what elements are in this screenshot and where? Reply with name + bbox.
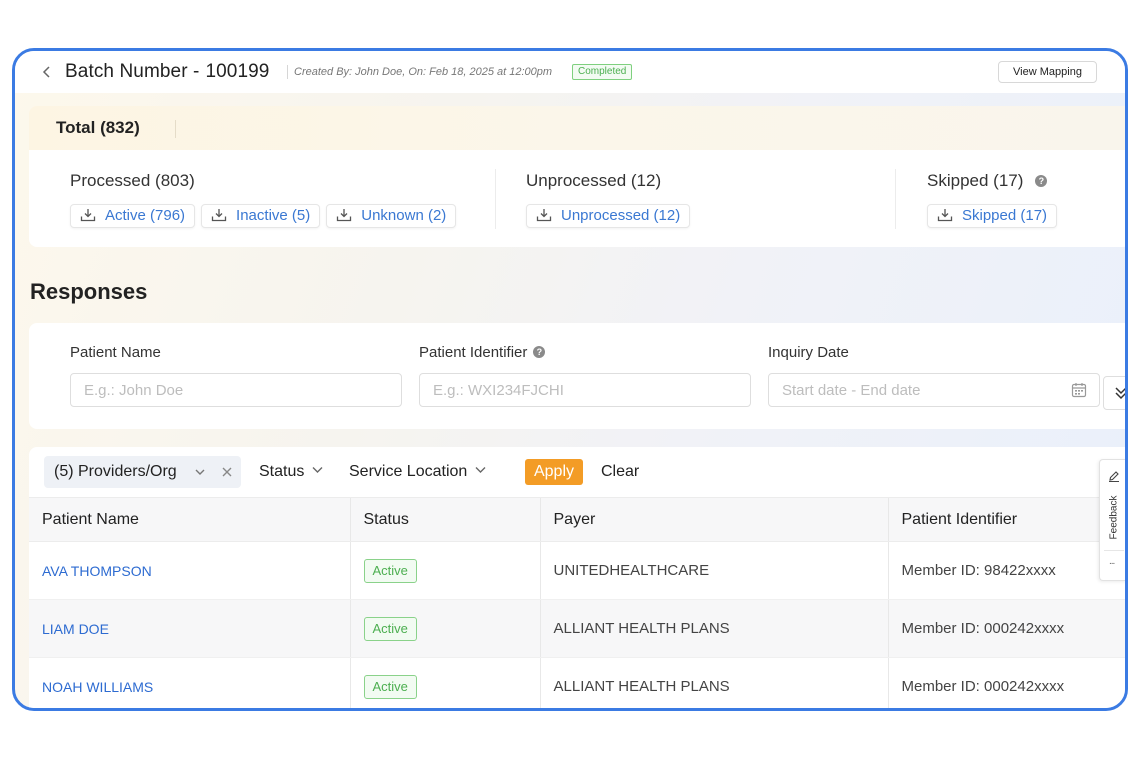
table-toolbar: (5) Providers/Org Status Service Locatio… [29, 447, 1125, 497]
chip-label: Inactive (5) [236, 207, 311, 224]
batch-title-label: Batch Number - [65, 61, 200, 82]
skipped-title-text: Skipped (17) [927, 171, 1024, 190]
table-row[interactable]: AVA THOMPSON Active UNITEDHEALTHCARE Mem… [29, 541, 1125, 600]
identifier-cell: Member ID: 000242xxxx [887, 657, 1125, 708]
chip-label: Active (796) [105, 207, 186, 224]
download-icon [80, 209, 96, 222]
table-row[interactable]: LIAM DOE Active ALLIANT HEALTH PLANS Mem… [29, 599, 1125, 658]
clear-button[interactable]: Clear [601, 463, 639, 481]
download-skipped-chip[interactable]: Skipped (17) [927, 204, 1058, 228]
table-header-row: Patient Name Status Payer Patient Identi… [29, 497, 1125, 542]
download-unknown-chip[interactable]: Unknown (2) [326, 204, 457, 228]
processed-group: Processed (803) Active (796) Inactive (5… [70, 171, 462, 228]
status-cell: Active [349, 657, 540, 708]
total-divider [175, 120, 176, 138]
patient-identifier-input[interactable] [419, 373, 751, 407]
more-options-icon[interactable]: ... [1109, 556, 1115, 567]
download-icon [337, 209, 352, 222]
service-location-dropdown[interactable]: Service Location [349, 463, 486, 481]
counts-card: Processed (803) Active (796) Inactive (5… [29, 150, 1125, 247]
processed-title: Processed (803) [70, 171, 195, 190]
patient-name-link[interactable]: AVA THOMPSON [29, 541, 350, 600]
download-icon [937, 209, 953, 222]
status-badge: Active [363, 558, 417, 583]
table-row[interactable]: NOAH WILLIAMS Active ALLIANT HEALTH PLAN… [29, 657, 1125, 708]
group-divider [895, 169, 896, 229]
column-header-patient-identifier[interactable]: Patient Identifier [887, 497, 1125, 542]
status-dropdown-label: Status [259, 463, 305, 480]
patient-name-input[interactable] [70, 373, 402, 407]
patient-identifier-label: Patient Identifier? [419, 344, 751, 361]
responses-table: Patient Name Status Payer Patient Identi… [29, 497, 1125, 708]
patient-name-link[interactable]: LIAM DOE [29, 599, 350, 658]
calendar-icon[interactable] [1071, 382, 1087, 398]
status-badge: Active [363, 674, 417, 699]
inquiry-date-label: Inquiry Date [768, 344, 849, 361]
download-active-chip[interactable]: Active (796) [70, 204, 196, 228]
inquiry-date-input[interactable] [769, 374, 1059, 406]
double-chevron-down-icon [1115, 387, 1125, 400]
chevron-down-icon [475, 467, 486, 473]
providers-filter-chip[interactable]: (5) Providers/Org [44, 456, 241, 488]
status-cell: Active [349, 541, 540, 600]
inquiry-date-picker[interactable] [768, 373, 1100, 407]
created-meta: Created By: John Doe, On: Feb 18, 2025 a… [294, 66, 553, 78]
identifier-cell: Member ID: 000242xxxx [887, 599, 1125, 658]
feedback-divider [1104, 550, 1124, 551]
responses-heading: Responses [30, 279, 148, 304]
batch-number: 100199 [205, 61, 270, 82]
service-location-label: Service Location [349, 463, 468, 480]
chevron-down-icon[interactable] [194, 466, 206, 478]
page-title: Batch Number -100199 [65, 61, 269, 83]
inquiry-date-field: Inquiry Date [768, 344, 1100, 407]
feedback-tab[interactable]: Feedback ... [1099, 459, 1125, 581]
responses-table-card: (5) Providers/Org Status Service Locatio… [29, 447, 1125, 708]
app-window: Batch Number -100199 Created By: John Do… [12, 48, 1128, 711]
payer-cell: ALLIANT HEALTH PLANS [539, 599, 888, 658]
view-mapping-button[interactable]: View Mapping [998, 61, 1097, 83]
close-icon[interactable] [220, 465, 234, 479]
patient-identifier-field: Patient Identifier? [419, 344, 751, 407]
column-header-payer[interactable]: Payer [539, 497, 888, 542]
payer-cell: UNITEDHEALTHCARE [539, 541, 888, 600]
identifier-cell: Member ID: 98422xxxx [887, 541, 1125, 600]
chip-label: Unprocessed (12) [561, 207, 681, 224]
download-inactive-chip[interactable]: Inactive (5) [201, 204, 321, 228]
column-header-status[interactable]: Status [349, 497, 540, 542]
help-circle-icon[interactable]: ? [533, 346, 546, 358]
download-icon [211, 209, 227, 222]
feedback-label: Feedback [1108, 495, 1120, 540]
payer-cell: ALLIANT HEALTH PLANS [539, 657, 888, 708]
download-unprocessed-chip[interactable]: Unprocessed (12) [526, 204, 691, 228]
patient-name-link[interactable]: NOAH WILLIAMS [29, 657, 350, 708]
status-badge: Active [363, 616, 417, 641]
unprocessed-group: Unprocessed (12) Unprocessed (12) [526, 171, 696, 228]
chip-label: Unknown (2) [361, 207, 447, 224]
patient-identifier-label-text: Patient Identifier [419, 344, 528, 361]
skipped-title: Skipped (17)? [927, 171, 1063, 191]
unprocessed-title: Unprocessed (12) [526, 171, 662, 190]
help-circle-icon[interactable]: ? [1035, 175, 1048, 187]
status-cell: Active [349, 599, 540, 658]
chevron-left-icon[interactable] [42, 65, 54, 79]
status-badge: Completed [572, 64, 633, 80]
expand-filters-button[interactable] [1103, 376, 1125, 410]
status-dropdown[interactable]: Status [259, 463, 323, 481]
filter-card: Patient Name Patient Identifier? Inquiry… [29, 323, 1125, 429]
header-divider [287, 65, 288, 79]
edit-icon [1109, 471, 1119, 482]
group-divider [495, 169, 496, 229]
download-icon [536, 209, 552, 222]
chip-label: Skipped (17) [962, 207, 1048, 224]
total-band: Total (832) [29, 106, 1125, 150]
apply-button[interactable]: Apply [525, 459, 583, 485]
batch-header: Batch Number -100199 Created By: John Do… [15, 51, 1125, 93]
total-label: Total (832) [56, 118, 140, 137]
skipped-group: Skipped (17)? Skipped (17) [927, 171, 1063, 228]
column-header-patient-name[interactable]: Patient Name [29, 497, 350, 542]
patient-name-label: Patient Name [70, 344, 161, 361]
patient-name-field: Patient Name [70, 344, 402, 407]
chevron-down-icon [312, 467, 323, 473]
providers-filter-label: (5) Providers/Org [54, 463, 177, 480]
